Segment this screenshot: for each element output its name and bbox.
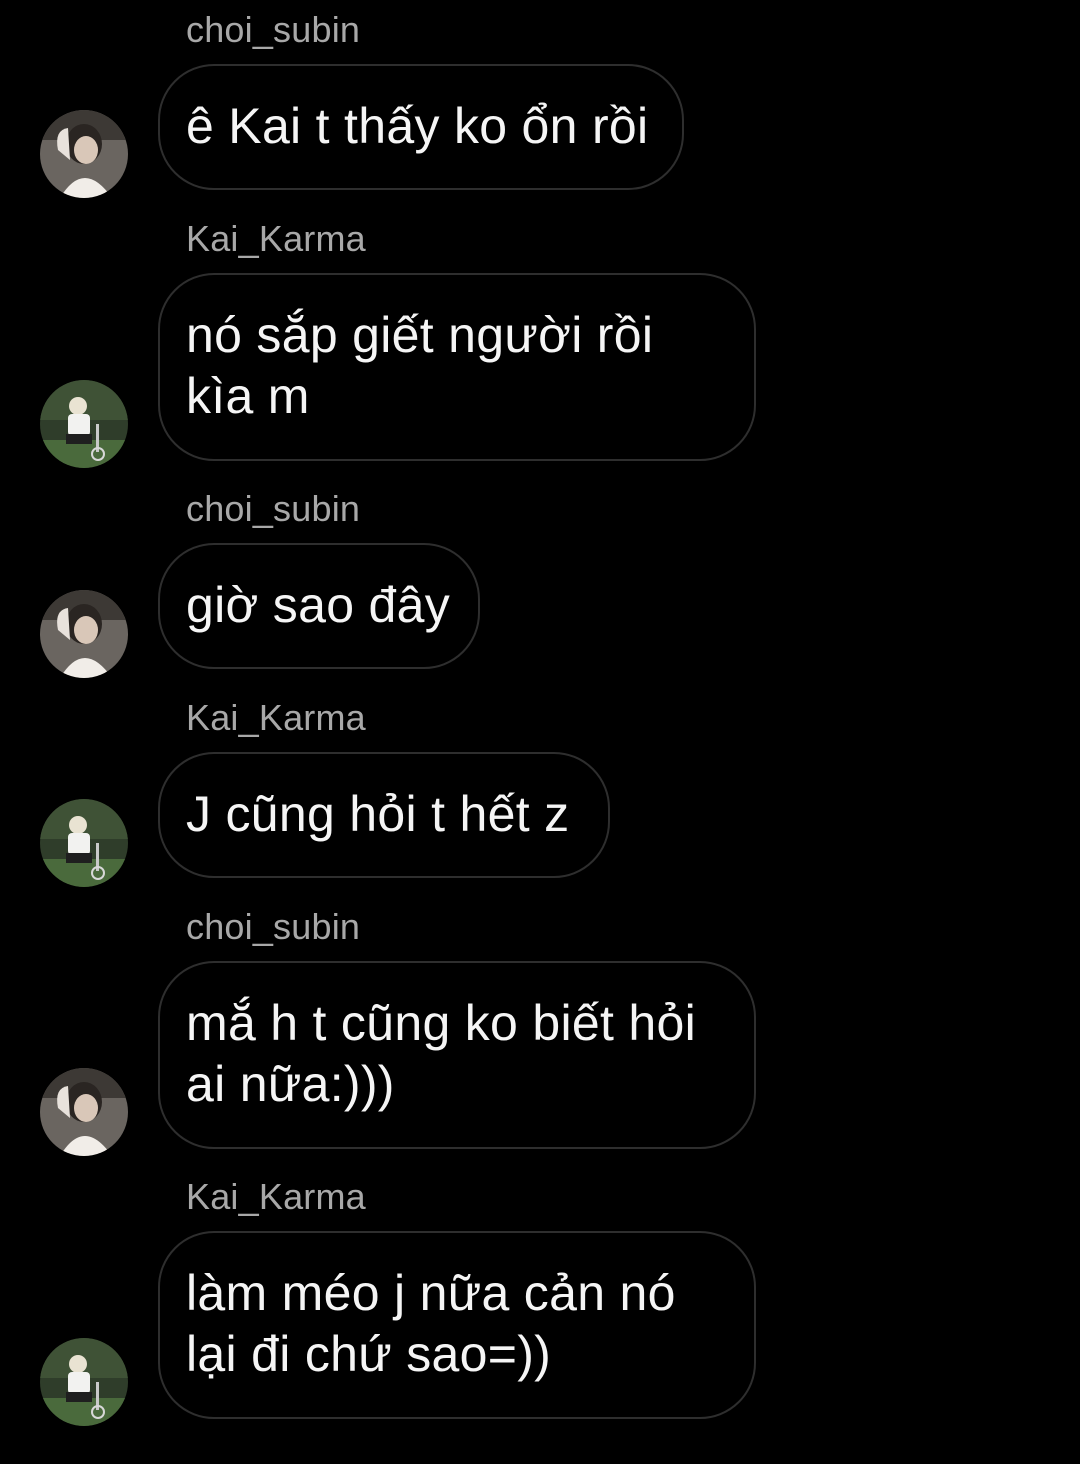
message-text: ê Kai t thấy ko ổn rồi	[186, 98, 649, 154]
message-text: J cũng hỏi t hết z	[186, 786, 570, 842]
message-text: nó sắp giết người rồi kìa m	[186, 307, 654, 424]
message-bubble[interactable]: làm méo j nữa cản nó lại đi chứ sao=))	[158, 1231, 756, 1419]
sender-name[interactable]: Kai_Karma	[186, 219, 366, 259]
message-bubble[interactable]: nó sắp giết người rồi kìa m	[158, 273, 756, 461]
sender-name[interactable]: choi_subin	[186, 489, 360, 529]
message-bubble[interactable]: J cũng hỏi t hết z	[158, 752, 610, 878]
avatar-choi-subin[interactable]	[40, 110, 128, 198]
sender-name[interactable]: Kai_Karma	[186, 698, 366, 738]
message-bubble[interactable]: mắ h t cũng ko biết hỏi ai nữa:)))	[158, 961, 756, 1149]
sender-name[interactable]: choi_subin	[186, 10, 360, 50]
sender-name[interactable]: choi_subin	[186, 907, 360, 947]
message-text: giờ sao đây	[186, 577, 451, 633]
message-thread[interactable]: choi_subin ê Kai t thấy ko ổn rồi Kai_Ka…	[0, 0, 1080, 1464]
avatar-choi-subin[interactable]	[40, 1068, 128, 1156]
message-bubble[interactable]: ê Kai t thấy ko ổn rồi	[158, 64, 684, 190]
avatar-kai-karma[interactable]	[40, 380, 128, 468]
message-text: mắ h t cũng ko biết hỏi ai nữa:)))	[186, 995, 696, 1112]
sender-name[interactable]: Kai_Karma	[186, 1177, 366, 1217]
avatar-kai-karma[interactable]	[40, 1338, 128, 1426]
message-text: làm méo j nữa cản nó lại đi chứ sao=))	[186, 1265, 676, 1382]
message-bubble[interactable]: giờ sao đây	[158, 543, 480, 669]
avatar-choi-subin[interactable]	[40, 590, 128, 678]
avatar-kai-karma[interactable]	[40, 799, 128, 887]
